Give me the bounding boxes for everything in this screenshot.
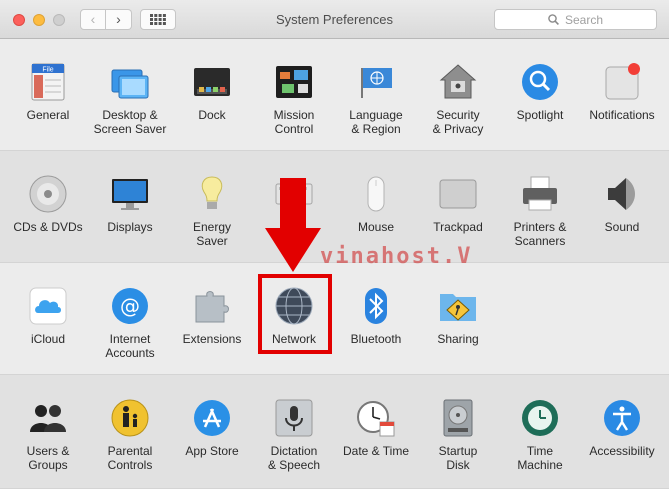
pref-label: Trackpad <box>433 220 483 234</box>
search-field[interactable]: Search <box>494 9 657 30</box>
pref-label: Accessibility <box>589 444 655 458</box>
security-privacy-icon <box>439 64 477 99</box>
pref-sharing[interactable]: Sharing <box>417 286 499 346</box>
app-store-icon <box>194 400 230 436</box>
pref-label: Parental Controls <box>107 444 153 472</box>
pref-printers-scanners[interactable]: Printers & Scanners <box>499 174 581 248</box>
notifications-icon <box>605 63 640 100</box>
title-bar: ‹ › System Preferences Search <box>0 0 669 39</box>
pref-parental-controls[interactable]: Parental Controls <box>89 398 171 472</box>
printer-icon <box>523 176 557 211</box>
general-icon: File <box>31 63 65 101</box>
pref-sound[interactable]: Sound <box>581 174 663 234</box>
dock-icon <box>194 68 230 96</box>
pref-accessibility[interactable]: Accessibility <box>581 398 663 458</box>
pref-energy-saver[interactable]: Energy Saver <box>171 174 253 248</box>
pref-label: Desktop & Screen Saver <box>93 108 167 136</box>
pref-label: Security & Privacy <box>432 108 484 136</box>
svg-text:@: @ <box>120 294 140 318</box>
pref-label: Spotlight <box>516 108 564 122</box>
pref-security-privacy[interactable]: Security & Privacy <box>417 62 499 136</box>
network-highlight-box <box>258 274 332 354</box>
search-placeholder: Search <box>564 12 604 27</box>
pref-label: General <box>26 108 70 122</box>
pref-mouse[interactable]: Mouse <box>335 174 417 234</box>
bluetooth-icon <box>365 288 387 324</box>
pref-label: Sharing <box>437 332 479 346</box>
language-region-icon <box>361 68 392 98</box>
pref-icloud[interactable]: iCloud <box>7 286 89 346</box>
pref-general[interactable]: File General <box>7 62 89 122</box>
watermark: vinahost.V <box>320 244 473 269</box>
users-groups-icon <box>30 405 66 432</box>
pref-label: Mission Control <box>273 108 315 136</box>
svg-text:File: File <box>42 67 53 74</box>
extensions-icon <box>195 291 229 323</box>
clock-calendar-icon <box>357 401 395 437</box>
displays-icon <box>112 179 148 210</box>
pointer-arrow-icon <box>265 178 321 272</box>
pref-label: Displays <box>107 220 153 234</box>
pref-notifications[interactable]: Notifications <box>581 62 663 122</box>
sharing-folder-icon <box>440 294 476 321</box>
search-icon <box>548 14 559 25</box>
parental-controls-icon <box>111 399 149 437</box>
mission-control-icon <box>276 66 312 98</box>
pref-extensions[interactable]: Extensions <box>171 286 253 346</box>
pref-date-time[interactable]: Date & Time <box>335 398 417 458</box>
trackpad-icon <box>439 179 477 209</box>
startup-disk-icon <box>443 399 473 437</box>
pref-label: Startup Disk <box>438 444 478 472</box>
pref-dock[interactable]: Dock <box>171 62 253 122</box>
cd-dvd-icon <box>29 175 67 213</box>
pref-users-groups[interactable]: Users & Groups <box>7 398 89 472</box>
microphone-icon <box>275 399 313 437</box>
pref-label: App Store <box>185 444 239 458</box>
pref-internet-accounts[interactable]: @ Internet Accounts <box>89 286 171 360</box>
pref-trackpad[interactable]: Trackpad <box>417 174 499 234</box>
mouse-icon <box>367 176 385 212</box>
pref-label: Date & Time <box>342 444 410 458</box>
pref-label: Extensions <box>182 332 242 346</box>
pref-bluetooth[interactable]: Bluetooth <box>335 286 417 346</box>
pref-language-region[interactable]: Language & Region <box>335 62 417 136</box>
pref-spotlight[interactable]: Spotlight <box>499 62 581 122</box>
pref-dictation-speech[interactable]: Dictation & Speech <box>253 398 335 472</box>
pref-label: Energy Saver <box>192 220 232 248</box>
pref-label: Mouse <box>357 220 395 234</box>
pref-label: Dock <box>198 108 226 122</box>
pref-label: Bluetooth <box>350 332 402 346</box>
pref-label: Internet Accounts <box>105 332 155 360</box>
internet-accounts-icon: @ <box>112 288 148 324</box>
pref-app-store[interactable]: App Store <box>171 398 253 458</box>
pref-label: Users & Groups <box>26 444 70 472</box>
pref-desktop-screen-saver[interactable]: Desktop & Screen Saver <box>89 62 171 136</box>
icloud-icon <box>29 287 67 325</box>
pref-time-machine[interactable]: Time Machine <box>499 398 581 472</box>
pref-cds-dvds[interactable]: CDs & DVDs <box>7 174 89 234</box>
pref-displays[interactable]: Displays <box>89 174 171 234</box>
time-machine-icon <box>522 400 558 436</box>
energy-saver-icon <box>201 176 223 209</box>
pref-mission-control[interactable]: Mission Control <box>253 62 335 136</box>
pref-label: Notifications <box>589 108 655 122</box>
spotlight-icon <box>522 64 558 100</box>
pref-label: CDs & DVDs <box>13 220 83 234</box>
pref-label: iCloud <box>30 332 66 346</box>
pref-label: Dictation & Speech <box>267 444 321 472</box>
pref-label: Language & Region <box>349 108 403 136</box>
desktop-screensaver-icon <box>111 69 149 99</box>
sound-icon <box>608 178 635 210</box>
pref-label: Time Machine <box>517 444 563 472</box>
accessibility-icon <box>604 400 640 436</box>
pref-startup-disk[interactable]: Startup Disk <box>417 398 499 472</box>
pref-label: Sound <box>604 220 640 234</box>
pref-label: Printers & Scanners <box>513 220 567 248</box>
